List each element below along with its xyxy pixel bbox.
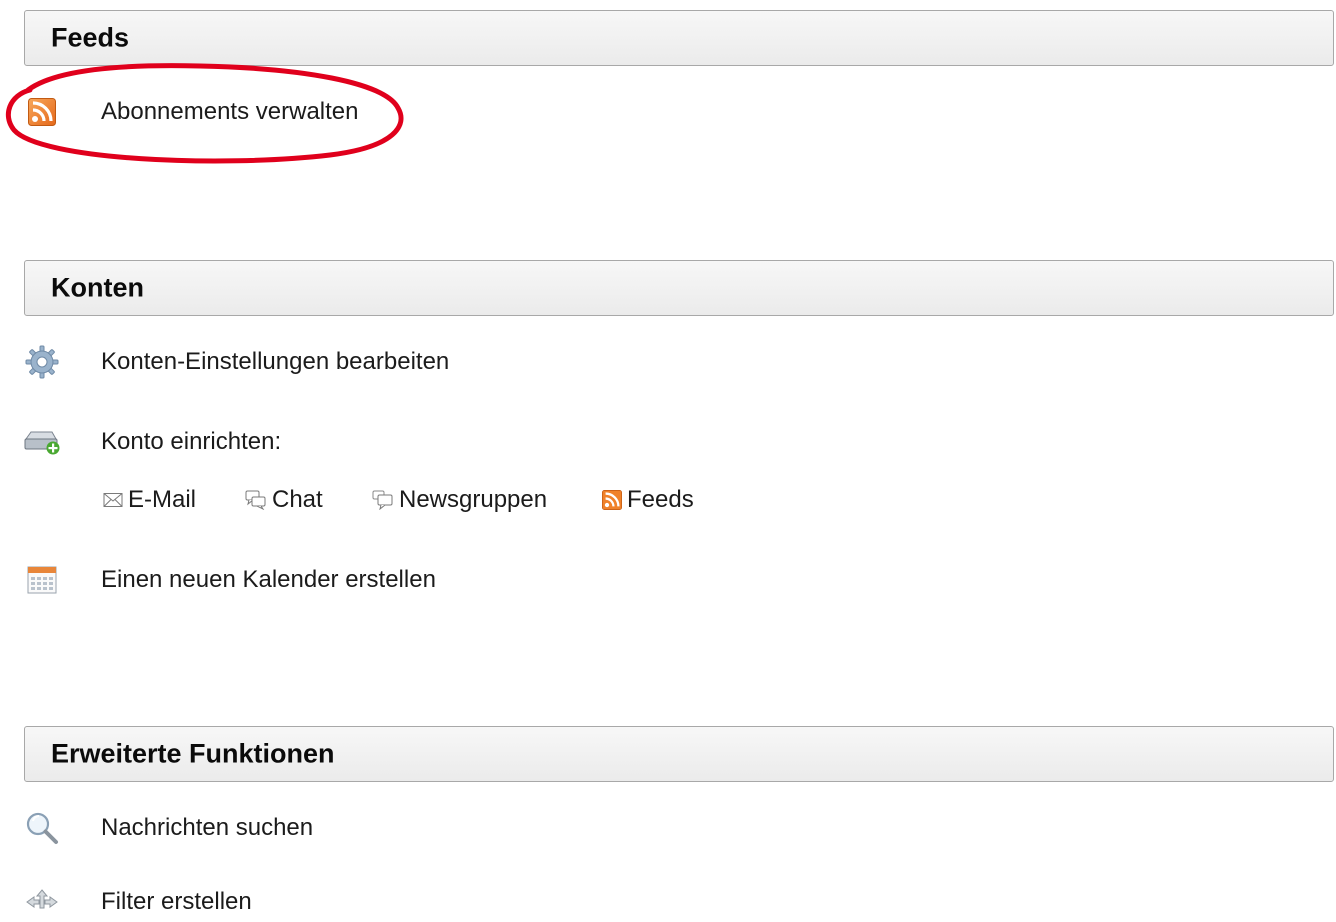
feeds-section-header: Feeds xyxy=(24,10,1334,66)
setup-email-label: E-Mail xyxy=(128,486,197,513)
newsgroup-bubbles-icon xyxy=(372,490,393,510)
envelope-icon xyxy=(103,493,123,507)
edit-account-settings-link[interactable]: Konten-Einstellungen bearbeiten xyxy=(0,342,480,382)
section-title: Erweiterte Funktionen xyxy=(51,738,335,769)
new-calendar-link[interactable]: Einen neuen Kalender erstellen xyxy=(0,560,460,600)
setup-chat-link[interactable]: Chat xyxy=(245,486,323,514)
rss-feed-icon xyxy=(22,96,62,128)
setup-email-link[interactable]: E-Mail xyxy=(103,486,196,514)
gear-icon xyxy=(22,345,62,379)
create-filter-link[interactable]: Filter erstellen xyxy=(0,882,300,922)
setup-newsgroups-label: Newsgruppen xyxy=(399,486,548,513)
chat-bubbles-icon xyxy=(245,490,266,510)
search-messages-label: Nachrichten suchen xyxy=(101,814,314,841)
rss-feed-icon xyxy=(602,490,622,510)
add-account-icon xyxy=(22,426,62,458)
search-messages-link[interactable]: Nachrichten suchen xyxy=(0,808,340,848)
manage-subscriptions-label: Abonnements verwalten xyxy=(101,98,359,125)
new-calendar-label: Einen neuen Kalender erstellen xyxy=(101,566,436,593)
section-title: Feeds xyxy=(51,22,130,53)
manage-subscriptions-link[interactable]: Abonnements verwalten xyxy=(0,92,380,132)
create-filter-label: Filter erstellen xyxy=(101,888,252,915)
section-title: Konten xyxy=(51,272,144,303)
advanced-features-section-header: Erweiterte Funktionen xyxy=(24,726,1334,782)
setup-newsgroups-link[interactable]: Newsgruppen xyxy=(372,486,547,514)
setup-feeds-label: Feeds xyxy=(627,486,694,513)
setup-chat-label: Chat xyxy=(272,486,323,513)
accounts-section-header: Konten xyxy=(24,260,1334,316)
setup-feeds-link[interactable]: Feeds xyxy=(602,486,694,514)
setup-account-label: Konto einrichten: xyxy=(101,428,282,455)
filter-arrows-icon xyxy=(22,886,62,918)
calendar-icon xyxy=(22,564,62,596)
setup-account-link[interactable]: Konto einrichten: xyxy=(0,422,320,462)
edit-account-settings-label: Konten-Einstellungen bearbeiten xyxy=(101,348,450,375)
magnifier-icon xyxy=(22,812,62,844)
